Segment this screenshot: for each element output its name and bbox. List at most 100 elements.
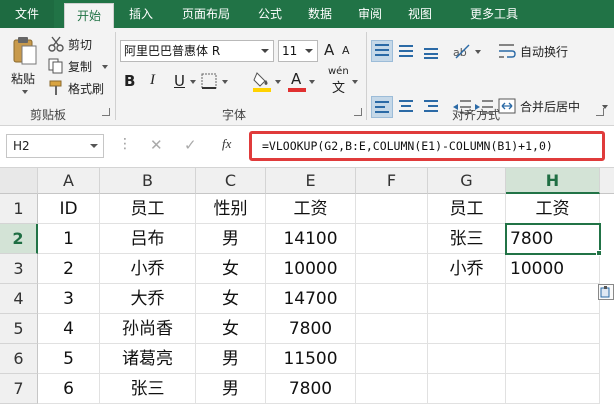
formula-bar-more-icon[interactable]: ⋮ (118, 136, 132, 152)
align-center-button[interactable] (396, 96, 418, 118)
cell-g1[interactable]: 员工 (428, 194, 506, 224)
row-header-3[interactable]: 3 (0, 254, 38, 284)
cell-f1[interactable] (356, 194, 428, 224)
paste-dropdown-icon[interactable] (22, 90, 28, 94)
column-header-f[interactable]: F (356, 168, 428, 194)
tab-file[interactable]: 文件 (0, 0, 54, 28)
cell-e5[interactable]: 7800 (266, 314, 356, 344)
cell-a2[interactable]: 1 (38, 224, 100, 254)
cell-e4[interactable]: 14700 (266, 284, 356, 314)
column-header-g[interactable]: G (428, 168, 506, 194)
align-left-button[interactable] (371, 96, 393, 118)
cell-f2[interactable] (356, 224, 428, 254)
cell-b1[interactable]: 员工 (100, 194, 196, 224)
cell-a6[interactable]: 5 (38, 344, 100, 374)
row-header-5[interactable]: 5 (0, 314, 38, 344)
cell-g3[interactable]: 小乔 (428, 254, 506, 284)
name-box[interactable]: H2 (6, 134, 104, 158)
tab-data[interactable]: 数据 (298, 0, 342, 28)
cell-e7[interactable]: 7800 (266, 374, 356, 404)
align-bottom-button[interactable] (421, 40, 443, 62)
tab-view[interactable]: 视图 (398, 0, 442, 28)
cell-g4[interactable] (428, 284, 506, 314)
cell-a3[interactable]: 2 (38, 254, 100, 284)
cell-a5[interactable]: 4 (38, 314, 100, 344)
cell-h4[interactable] (506, 284, 600, 314)
underline-button[interactable]: U (174, 72, 185, 90)
font-name-select[interactable]: 阿里巴巴普惠体 R (120, 40, 274, 62)
cell-h7[interactable] (506, 374, 600, 404)
column-header-h[interactable]: H (506, 168, 600, 194)
paste-button[interactable]: 粘贴 (8, 34, 42, 96)
cut-button[interactable]: 剪切 (48, 35, 106, 53)
cell-a4[interactable]: 3 (38, 284, 100, 314)
fill-color-dropdown-icon[interactable] (275, 80, 281, 84)
cell-h2[interactable]: 7800 (506, 224, 600, 254)
orientation-icon[interactable]: ab (452, 42, 472, 60)
cell-h3[interactable]: 10000 (506, 254, 600, 284)
cell-b3[interactable]: 小乔 (100, 254, 196, 284)
cell-e1[interactable]: 工资 (266, 194, 356, 224)
format-painter-button[interactable]: 格式刷 (48, 79, 110, 97)
cell-e2[interactable]: 14100 (266, 224, 356, 254)
cell-f6[interactable] (356, 344, 428, 374)
cell-c3[interactable]: 女 (196, 254, 266, 284)
fill-color-icon[interactable] (252, 70, 272, 92)
align-top-button[interactable] (371, 40, 393, 62)
tab-review[interactable]: 审阅 (348, 0, 392, 28)
copy-button[interactable]: 复制 (48, 57, 110, 75)
cell-c7[interactable]: 男 (196, 374, 266, 404)
column-header-c[interactable]: C (196, 168, 266, 194)
formula-input[interactable]: =VLOOKUP(G2,B:E,COLUMN(E1)-COLUMN(B1)+1,… (249, 131, 605, 161)
row-header-1[interactable]: 1 (0, 194, 38, 224)
cell-b7[interactable]: 张三 (100, 374, 196, 404)
cell-c4[interactable]: 女 (196, 284, 266, 314)
cell-f3[interactable] (356, 254, 428, 284)
enter-icon[interactable]: ✓ (184, 136, 197, 154)
tab-formulas[interactable]: 公式 (248, 0, 292, 28)
cancel-icon[interactable]: ✕ (150, 136, 163, 154)
tab-page-layout[interactable]: 页面布局 (170, 0, 242, 28)
cell-e6[interactable]: 11500 (266, 344, 356, 374)
align-middle-button[interactable] (396, 40, 418, 62)
font-color-button[interactable]: A (288, 68, 306, 92)
cell-e3[interactable]: 10000 (266, 254, 356, 284)
cell-g2[interactable]: 张三 (428, 224, 506, 254)
column-header-next[interactable] (600, 168, 614, 194)
insert-function-icon[interactable]: fx (222, 136, 231, 152)
decrease-font-size-button[interactable]: A (342, 44, 350, 57)
cell-b2[interactable]: 吕布 (100, 224, 196, 254)
tab-home[interactable]: 开始 (64, 3, 114, 28)
column-header-a[interactable]: A (38, 168, 100, 194)
paste-options-icon[interactable] (598, 284, 614, 300)
cell-g7[interactable] (428, 374, 506, 404)
cell-c1[interactable]: 性别 (196, 194, 266, 224)
cell-b5[interactable]: 孙尚香 (100, 314, 196, 344)
cell-f7[interactable] (356, 374, 428, 404)
border-icon[interactable] (200, 72, 218, 90)
cell-c5[interactable]: 女 (196, 314, 266, 344)
cell-h5[interactable] (506, 314, 600, 344)
clipboard-launcher-icon[interactable] (102, 108, 110, 116)
cell-f4[interactable] (356, 284, 428, 314)
row-header-2[interactable]: 2 (0, 224, 38, 254)
row-header-7[interactable]: 7 (0, 374, 38, 404)
phonetic-dropdown-icon[interactable] (352, 80, 358, 84)
fill-handle[interactable] (596, 250, 602, 256)
alignment-launcher-icon[interactable] (596, 108, 604, 116)
cell-a7[interactable]: 6 (38, 374, 100, 404)
copy-dropdown-icon[interactable] (102, 65, 108, 69)
font-size-select[interactable]: 11 (278, 40, 318, 62)
cell-a1[interactable]: ID (38, 194, 100, 224)
bold-button[interactable]: B (124, 72, 135, 90)
cell-f5[interactable] (356, 314, 428, 344)
align-right-button[interactable] (421, 96, 443, 118)
increase-font-size-button[interactable]: A (324, 41, 334, 59)
cell-h6[interactable] (506, 344, 600, 374)
font-color-dropdown-icon[interactable] (309, 80, 315, 84)
cell-g6[interactable] (428, 344, 506, 374)
cell-g5[interactable] (428, 314, 506, 344)
font-launcher-icon[interactable] (354, 108, 362, 116)
row-header-6[interactable]: 6 (0, 344, 38, 374)
cell-c6[interactable]: 男 (196, 344, 266, 374)
